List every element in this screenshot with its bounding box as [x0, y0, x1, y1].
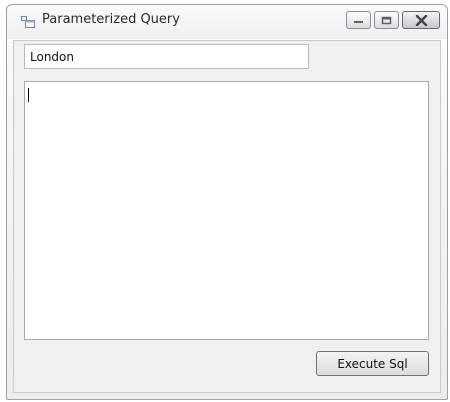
minimize-icon	[354, 21, 363, 23]
form-window-icon	[21, 16, 35, 28]
maximize-icon	[381, 16, 392, 24]
execute-sql-button[interactable]: Execute Sql	[316, 351, 429, 376]
sql-textarea[interactable]	[24, 81, 429, 340]
close-icon	[415, 14, 427, 26]
text-caret	[28, 88, 29, 102]
close-button[interactable]	[402, 11, 440, 29]
window-controls	[346, 11, 440, 29]
minimize-button[interactable]	[346, 11, 371, 29]
parameter-input[interactable]	[24, 44, 309, 69]
title-bar[interactable]: Parameterized Query	[7, 5, 447, 39]
maximize-button[interactable]	[374, 11, 399, 29]
window-title: Parameterized Query	[42, 12, 180, 27]
